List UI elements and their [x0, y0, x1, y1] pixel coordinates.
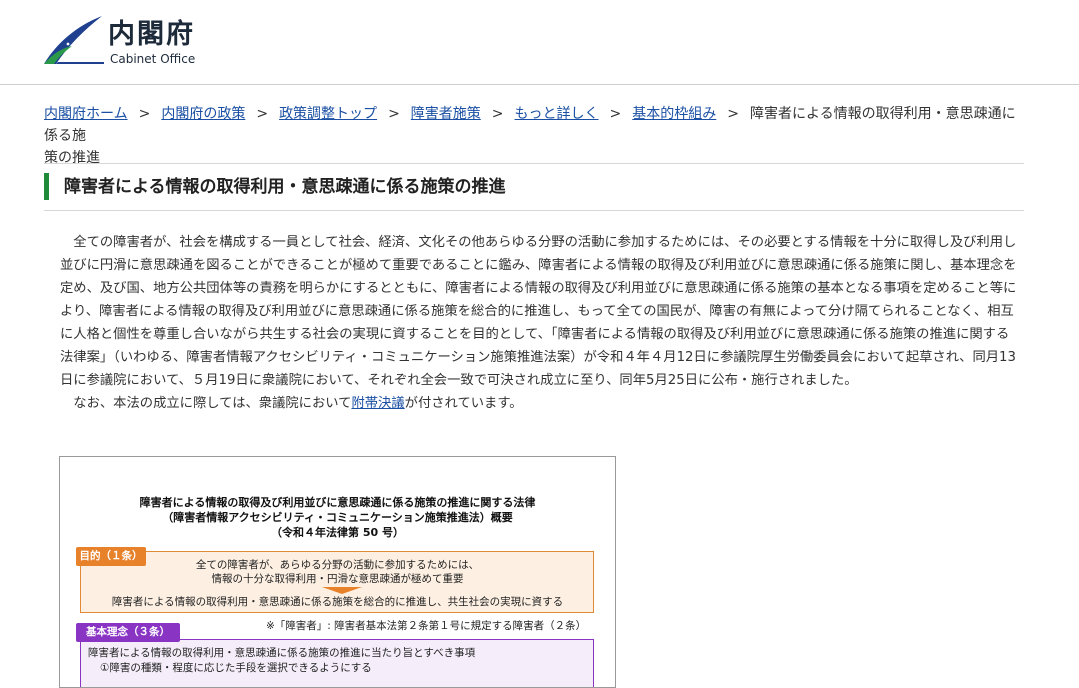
divider: [44, 210, 1024, 211]
figure-title-line2: （障害者情報アクセシビリティ・コミュニケーション施策推進法）概要: [162, 511, 513, 524]
page-title-block: 障害者による情報の取得利用・意思疎通に係る施策の推進: [44, 172, 1024, 200]
logo-text-en[interactable]: Cabinet Office: [110, 52, 195, 66]
breadcrumb-link-more[interactable]: もっと詳しく: [515, 106, 599, 122]
basic-principles-tag: 基本理念（３条）: [76, 623, 180, 642]
breadcrumb-separator: >: [491, 106, 504, 122]
cabinet-office-logo-icon[interactable]: [42, 14, 104, 66]
divider: [44, 163, 1024, 164]
breadcrumb-separator: >: [609, 106, 622, 122]
figure-title-line1: 障害者による情報の取得及び利用並びに意思疎通に係る施策の推進に関する法律: [139, 496, 536, 509]
breadcrumb: 内閣府ホーム > 内閣府の政策 > 政策調整トップ > 障害者施策 > もっと詳しく > 基本的枠組…: [44, 103, 1029, 169]
figure-title-line3: （令和４年法律第 50 号）: [271, 526, 404, 539]
body-paragraph-note: なお、本法の成立に際しては、衆議院において附帯決議が付されています。: [60, 392, 1022, 415]
breadcrumb-separator: >: [727, 106, 739, 122]
purpose-line3: 障害者による情報の取得利用・意思疎通に係る施策を総合的に推進し、共生社会の実現に…: [111, 596, 564, 608]
law-summary-figure[interactable]: 障害者による情報の取得及び利用並びに意思疎通に係る施策の推進に関する法律 （障害…: [59, 456, 616, 688]
breadcrumb-link-policy[interactable]: 内閣府の政策: [161, 106, 245, 122]
breadcrumb-separator: >: [388, 106, 400, 122]
breadcrumb-separator: >: [256, 106, 269, 122]
body-paragraph: 全ての障害者が、社会を構成する一員として社会、経済、文化その他あらゆる分野の活動…: [60, 235, 1017, 388]
breadcrumb-link-coordination[interactable]: 政策調整トップ: [279, 106, 377, 122]
supplementary-resolution-link[interactable]: 附帯決議: [351, 396, 404, 411]
note-text-after: が付されています。: [404, 396, 523, 411]
breadcrumb-link-home[interactable]: 内閣府ホーム: [44, 106, 128, 122]
title-accent-bar: [44, 173, 49, 200]
logo-text-ja[interactable]: 内閣府: [108, 20, 195, 50]
breadcrumb-separator: >: [138, 106, 151, 122]
purpose-line2: 情報の十分な取得利用・円滑な意思疎通が極めて重要: [211, 573, 464, 585]
definition-note: ※「障害者」: 障害者基本法第２条第１号に規定する障害者（２条）: [266, 620, 587, 632]
figure-title: 障害者による情報の取得及び利用並びに意思疎通に係る施策の推進に関する法律 （障害…: [60, 495, 615, 540]
site-header: 内閣府 Cabinet Office: [0, 0, 1079, 85]
purpose-line1: 全ての障害者が、あらゆる分野の活動に参加するためには、: [195, 559, 480, 571]
down-arrow-icon: [322, 587, 362, 594]
main-content: 全ての障害者が、社会を構成する一員として社会、経済、文化その他あらゆる分野の活動…: [60, 231, 1022, 415]
breadcrumb-link-framework[interactable]: 基本的枠組み: [632, 106, 716, 122]
note-text-before: なお、本法の成立に際しては、衆議院において: [73, 396, 352, 411]
basic-principles-line1: 障害者による情報の取得利用・意思疎通に係る施策の推進に当たり旨とすべき事項: [88, 647, 476, 659]
page-title: 障害者による情報の取得利用・意思疎通に係る施策の推進: [64, 177, 506, 197]
breadcrumb-link-disability[interactable]: 障害者施策: [411, 106, 481, 122]
